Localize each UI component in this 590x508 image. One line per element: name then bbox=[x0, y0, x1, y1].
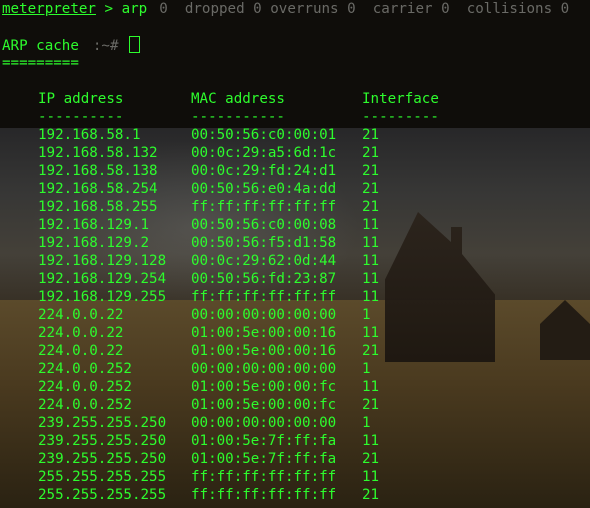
cell-mac: 00:50:56:c0:00:08 bbox=[191, 217, 337, 233]
cell-interface: 21 bbox=[362, 199, 380, 215]
cell-interface: 21 bbox=[362, 145, 380, 161]
cell-interface: 11 bbox=[362, 469, 380, 485]
cell-mac: ff:ff:ff:ff:ff:ff bbox=[191, 469, 337, 485]
cell-interface: 11 bbox=[362, 235, 380, 251]
cell-interface: 21 bbox=[362, 451, 380, 467]
cell-ip: 192.168.129.128 bbox=[38, 253, 167, 269]
cell-interface: 21 bbox=[362, 487, 380, 503]
cell-interface: 21 bbox=[362, 127, 380, 143]
divider-ip: ---------- bbox=[38, 109, 124, 125]
cell-mac: 00:00:00:00:00:00 bbox=[191, 415, 337, 431]
cell-mac: 00:50:56:e0:4a:dd bbox=[191, 181, 337, 197]
cell-ip: 192.168.129.1 bbox=[38, 217, 150, 233]
cell-ip: 239.255.255.250 bbox=[38, 415, 167, 431]
cell-interface: 1 bbox=[362, 361, 371, 377]
cell-ip: 192.168.58.255 bbox=[38, 199, 158, 215]
cell-ip: 192.168.58.254 bbox=[38, 181, 158, 197]
header-ip: IP address bbox=[38, 91, 124, 107]
cell-interface: 1 bbox=[362, 415, 371, 431]
cell-interface: 11 bbox=[362, 325, 380, 341]
cell-ip: 192.168.58.1 bbox=[38, 127, 141, 143]
cell-mac: 01:00:5e:00:00:fc bbox=[191, 397, 337, 413]
header-interface: Interface bbox=[362, 91, 439, 107]
cell-mac: 01:00:5e:00:00:fc bbox=[191, 379, 337, 395]
bleed-text: 0 dropped 0 overruns 0 carrier 0 collisi… bbox=[159, 1, 570, 17]
cell-ip: 224.0.0.252 bbox=[38, 361, 132, 377]
terminal-window[interactable]: meterpreter > arp 0 dropped 0 overruns 0 … bbox=[0, 0, 590, 508]
cell-ip: 192.168.129.254 bbox=[38, 271, 167, 287]
cell-interface: 11 bbox=[362, 217, 380, 233]
cell-mac: 01:00:5e:7f:ff:fa bbox=[191, 433, 337, 449]
cursor bbox=[129, 36, 141, 53]
title-underline: ========= bbox=[2, 55, 79, 71]
cell-ip: 224.0.0.252 bbox=[38, 379, 132, 395]
cell-mac: 00:0c:29:fd:24:d1 bbox=[191, 163, 337, 179]
cell-ip: 239.255.255.250 bbox=[38, 433, 167, 449]
cell-interface: 21 bbox=[362, 181, 380, 197]
cell-ip: 224.0.0.22 bbox=[38, 325, 124, 341]
cell-ip: 239.255.255.250 bbox=[38, 451, 167, 467]
cell-ip: 192.168.129.2 bbox=[38, 235, 150, 251]
cell-interface: 11 bbox=[362, 379, 380, 395]
prompt-user: meterpreter bbox=[2, 1, 96, 17]
cell-interface: 1 bbox=[362, 307, 371, 323]
cell-interface: 11 bbox=[362, 271, 380, 287]
cell-mac: 01:00:5e:7f:ff:fa bbox=[191, 451, 337, 467]
cell-ip: 255.255.255.255 bbox=[38, 469, 167, 485]
cell-mac: ff:ff:ff:ff:ff:ff bbox=[191, 487, 337, 503]
cell-interface: 11 bbox=[362, 289, 380, 305]
command-line: meterpreter > arp 0 dropped 0 overruns 0 … bbox=[2, 0, 569, 18]
arp-cache-title-line: ARP cache :~# bbox=[2, 36, 141, 54]
cell-ip: 255.255.255.255 bbox=[38, 487, 167, 503]
cell-ip: 224.0.0.22 bbox=[38, 307, 124, 323]
header-mac: MAC address bbox=[191, 91, 285, 107]
cell-mac: 00:00:00:00:00:00 bbox=[191, 361, 337, 377]
cell-mac: 01:00:5e:00:00:16 bbox=[191, 325, 337, 341]
cell-ip: 224.0.0.22 bbox=[38, 343, 124, 359]
cell-interface: 11 bbox=[362, 253, 380, 269]
cell-mac: 01:00:5e:00:00:16 bbox=[191, 343, 337, 359]
cell-ip: 192.168.129.255 bbox=[38, 289, 167, 305]
cell-ip: 192.168.58.132 bbox=[38, 145, 158, 161]
cell-mac: 00:50:56:f5:d1:58 bbox=[191, 235, 337, 251]
bleed-prompt: :~# bbox=[92, 38, 128, 54]
command-text: > arp bbox=[95, 1, 148, 17]
cell-mac: 00:50:56:c0:00:01 bbox=[191, 127, 337, 143]
cell-ip: 192.168.58.138 bbox=[38, 163, 158, 179]
cell-mac: 00:0c:29:62:0d:44 bbox=[191, 253, 337, 269]
cell-mac: ff:ff:ff:ff:ff:ff bbox=[191, 289, 337, 305]
cell-mac: 00:50:56:fd:23:87 bbox=[191, 271, 337, 287]
cell-interface: 21 bbox=[362, 163, 380, 179]
cell-interface: 21 bbox=[362, 343, 380, 359]
cell-interface: 11 bbox=[362, 433, 380, 449]
divider-mac: ----------- bbox=[191, 109, 285, 125]
cell-mac: 00:0c:29:a5:6d:1c bbox=[191, 145, 337, 161]
cell-mac: 00:00:00:00:00:00 bbox=[191, 307, 337, 323]
cell-mac: ff:ff:ff:ff:ff:ff bbox=[191, 199, 337, 215]
divider-interface: --------- bbox=[362, 109, 439, 125]
arp-cache-title: ARP cache bbox=[2, 38, 79, 54]
cell-interface: 21 bbox=[362, 397, 380, 413]
cell-ip: 224.0.0.252 bbox=[38, 397, 132, 413]
